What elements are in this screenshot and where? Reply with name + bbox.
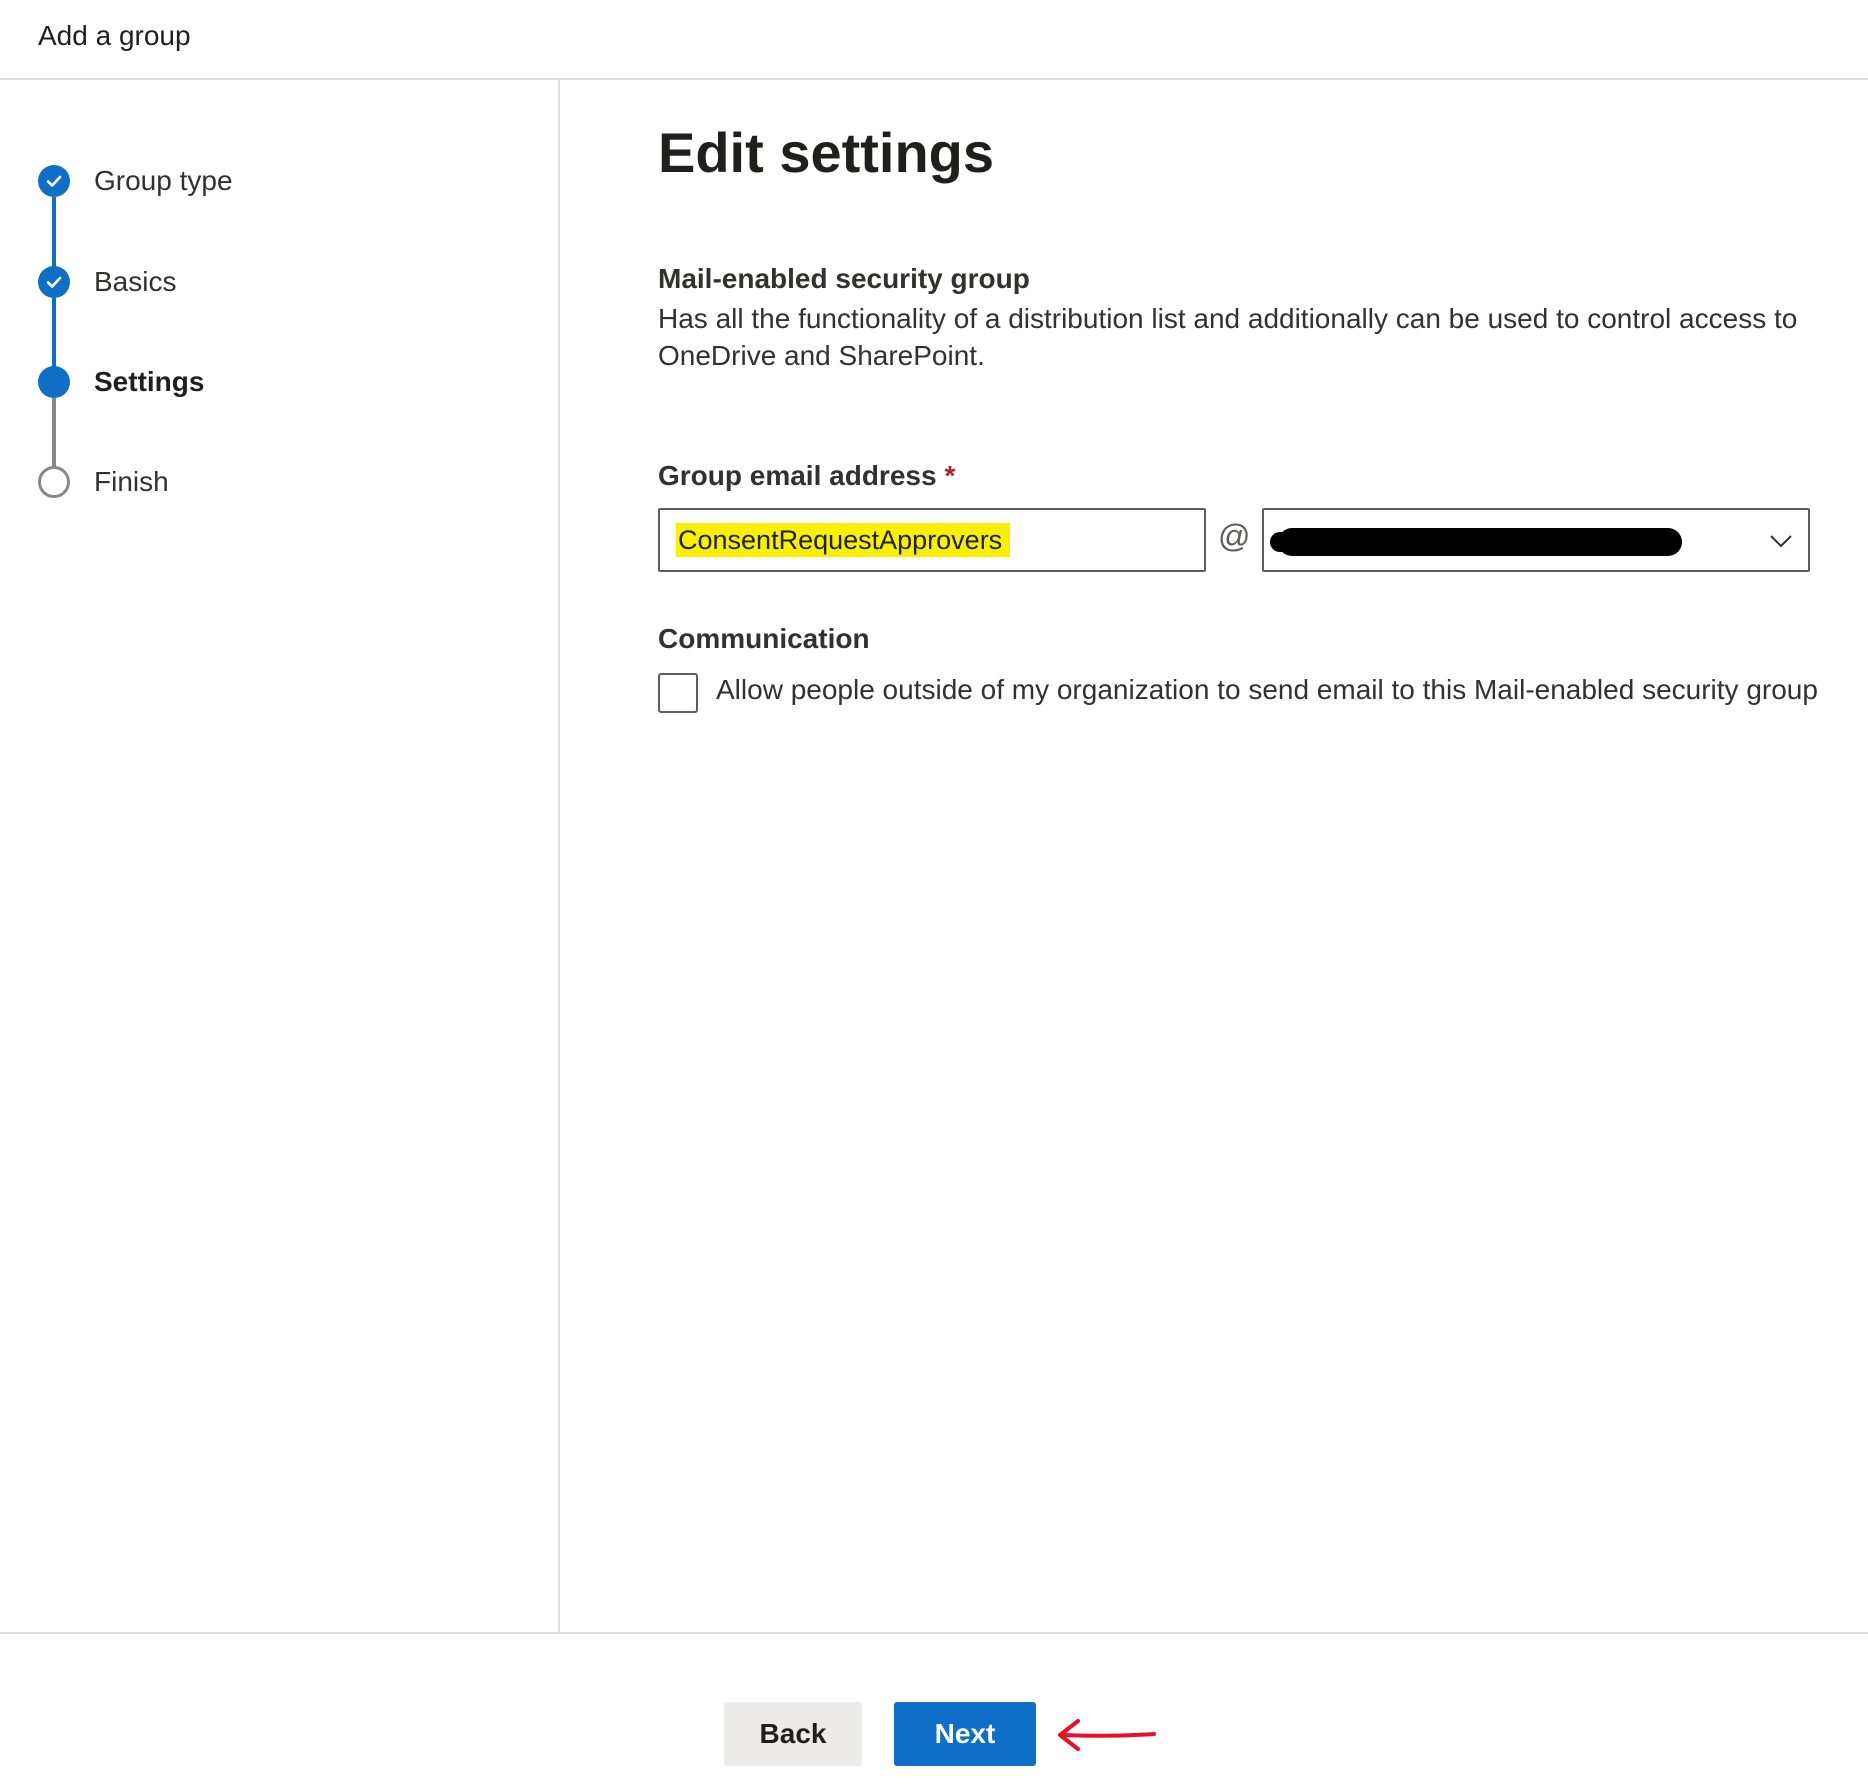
communication-title: Communication [658, 623, 870, 654]
step-label: Finish [94, 466, 169, 497]
check-icon [38, 165, 70, 197]
footer-bar: Back Next [0, 1632, 1868, 1790]
back-button[interactable]: Back [724, 1702, 862, 1766]
next-button[interactable]: Next [894, 1702, 1036, 1766]
step-label: Settings [94, 366, 205, 397]
step-label: Group type [94, 165, 233, 196]
email-field-label: Group email address * [658, 460, 955, 492]
step-basics[interactable]: Basics [38, 265, 176, 299]
group-kind-description: Has all the functionality of a distribut… [658, 303, 1798, 371]
required-marker: * [944, 460, 956, 491]
header-bar: Add a group [0, 0, 1868, 80]
chevron-down-icon [1770, 535, 1792, 548]
at-sign: @ [1218, 518, 1251, 554]
wizard-steps: Group type Basics Settings Finish [0, 80, 560, 1632]
current-step-dot-icon [38, 366, 70, 398]
allow-external-checkbox[interactable] [658, 673, 698, 713]
step-group-type[interactable]: Group type [38, 164, 233, 198]
email-label-text: Group email address [658, 460, 937, 491]
step-settings[interactable]: Settings [38, 365, 204, 399]
group-kind-title: Mail-enabled security group [658, 263, 1030, 294]
arrow-left-icon [1058, 1719, 1156, 1751]
pending-step-circle-icon [38, 466, 70, 498]
check-icon [38, 266, 70, 298]
allow-external-option[interactable]: Allow people outside of my organization … [658, 670, 1838, 713]
redaction-mark [1278, 528, 1682, 556]
domain-dropdown[interactable] [1262, 508, 1810, 572]
step-finish: Finish [38, 465, 169, 499]
panel-title: Add a group [38, 20, 191, 51]
step-label: Basics [94, 266, 177, 297]
allow-external-label[interactable]: Allow people outside of my organization … [716, 670, 1818, 710]
settings-form: Edit settings Mail-enabled security grou… [562, 80, 1868, 1632]
page-title: Edit settings [658, 121, 995, 184]
email-input-value: ConsentRequestApprovers [676, 523, 1011, 557]
group-email-input[interactable]: ConsentRequestApprovers [658, 508, 1206, 572]
